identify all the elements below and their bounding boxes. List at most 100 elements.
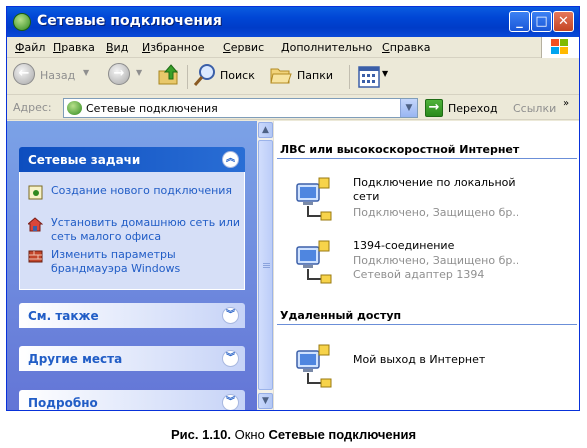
collapse-chevron-icon[interactable]: ︽ [222,151,239,168]
back-dropdown-icon[interactable]: ▼ [83,68,89,77]
up-folder-button[interactable] [157,63,183,91]
back-label: Назад [40,69,76,82]
vertical-scrollbar[interactable]: ▲ ▼ [257,121,274,410]
task-home-network[interactable]: Установить домашнюю сеть или сеть малого… [20,216,244,244]
home-network-icon [28,217,43,232]
menu-bar: Файл Правка Вид Избранное Сервис Дополни… [7,37,579,58]
connection-status: Подключено, Защищено бр... [353,254,518,267]
go-label[interactable]: Переход [448,102,498,115]
menu-favorites[interactable]: Избранное [142,41,204,54]
windows-logo [541,37,579,58]
other-places-title: Другие места [28,352,123,366]
address-label: Адрес: [13,101,52,114]
connection-adapter: Сетевой адаптер 1394 [353,268,485,281]
details-header[interactable]: Подробно ︾ [19,390,245,410]
address-dropdown-icon[interactable]: ▼ [400,99,417,117]
task-pane: Сетевые задачи ︽ Создание нового подключ… [7,121,257,410]
go-arrow-icon: → [428,100,440,115]
back-button[interactable]: ← [13,63,35,85]
firewall-icon [28,250,43,263]
menu-advanced[interactable]: Дополнительно [281,41,372,54]
forward-button[interactable]: → [108,63,130,85]
dialup-connection-icon [296,344,332,388]
figure-caption: Рис. 1.10. Окно Сетевые подключения [0,427,587,442]
toolbar-separator [187,65,188,89]
network-tasks-header[interactable]: Сетевые задачи ︽ [19,147,245,172]
scroll-grip [263,263,270,264]
see-also-title: См. также [28,309,99,323]
minimize-icon: _ [516,14,523,29]
views-dropdown-icon: ▼ [382,69,389,78]
minimize-button[interactable]: _ [509,11,530,32]
see-also-header[interactable]: См. также ︾ [19,303,245,328]
folders-icon [270,68,292,84]
menu-view[interactable]: Вид [106,41,128,54]
task-new-connection[interactable]: Создание нового подключения [20,184,244,212]
address-value: Сетевые подключения [86,102,218,115]
search-button[interactable]: Поиск [193,63,261,91]
search-icon [193,64,215,86]
window-title: Сетевые подключения [37,13,222,29]
forward-dropdown-icon[interactable]: ▼ [136,68,142,77]
details-title: Подробно [28,396,98,410]
network-folder-icon [67,101,82,115]
menu-file[interactable]: Файл [15,41,45,54]
scroll-up-icon[interactable]: ▲ [258,122,273,138]
expand-chevron-icon[interactable]: ︾ [222,394,239,410]
maximize-button[interactable]: □ [531,11,552,32]
scroll-grip [263,265,270,266]
other-places-header[interactable]: Другие места ︾ [19,346,245,371]
title-bar[interactable]: Сетевые подключения _ □ ✕ [7,7,579,37]
explorer-window: Сетевые подключения _ □ ✕ Файл Правка Ви… [6,6,580,411]
views-button[interactable]: ▼ [358,63,390,91]
scroll-down-icon[interactable]: ▼ [258,393,273,409]
back-arrow-icon: ← [18,66,30,81]
up-folder-icon [158,64,179,85]
group-divider [277,324,577,325]
network-connection-icon [296,177,332,221]
menu-tools[interactable]: Сервис [223,41,264,54]
address-input[interactable]: Сетевые подключения ▼ [63,98,418,118]
group-dialup-title: Удаленный доступ [280,309,402,322]
main-pane: ▲ ▼ ЛВС или высокоскоростной Интернет По… [257,121,579,410]
toolbar: ← Назад ▼ → ▼ Поиск Папки ▼ [7,59,579,95]
network-connection-icon [296,240,332,284]
scroll-grip [263,267,270,268]
links-button[interactable]: Ссылки [513,102,556,115]
connection-1394[interactable]: 1394-соединение Подключено, Защищено бр.… [295,239,575,291]
group-divider [277,158,577,159]
views-icon [358,66,380,88]
menu-edit[interactable]: Правка [53,41,95,54]
go-button[interactable]: → [425,99,443,117]
links-chevron-icon[interactable]: » [563,98,569,109]
windows-flag-icon [551,39,569,55]
network-tasks-body: Создание нового подключения Установить д… [19,172,245,290]
caption-number: Рис. 1.10. [170,427,231,442]
network-tasks-title: Сетевые задачи [28,153,141,167]
connection-name: Мой выход в Интернет [353,353,486,366]
close-button[interactable]: ✕ [553,11,574,32]
new-connection-icon [28,185,43,200]
folders-button[interactable]: Папки [269,63,339,91]
connection-status: Подключено, Защищено бр... [353,206,518,219]
expand-chevron-icon[interactable]: ︾ [222,307,239,324]
task-firewall-settings[interactable]: Изменить параметры брандмауэра Windows [20,248,244,276]
network-folder-icon [13,13,31,31]
search-label: Поиск [220,69,255,82]
caption-window-name: Сетевые подключения [268,427,417,442]
menu-help[interactable]: Справка [382,41,430,54]
folders-label: Папки [297,69,333,82]
maximize-icon: □ [535,14,548,29]
address-bar: Адрес: Сетевые подключения ▼ → Переход С… [7,96,579,120]
connection-name: 1394-соединение [353,239,455,252]
toolbar-separator [349,65,350,89]
connection-name: Подключение по локальной сети [353,176,516,203]
forward-arrow-icon: → [113,66,125,81]
group-lan-title: ЛВС или высокоскоростной Интернет [280,143,520,156]
caption-middle: Окно [231,427,269,442]
connection-my-internet[interactable]: Мой выход в Интернет [295,343,575,395]
scroll-thumb[interactable] [258,140,273,390]
expand-chevron-icon[interactable]: ︾ [222,350,239,367]
close-icon: ✕ [558,14,569,29]
connection-local-network[interactable]: Подключение по локальной сети Подключено… [295,176,575,228]
